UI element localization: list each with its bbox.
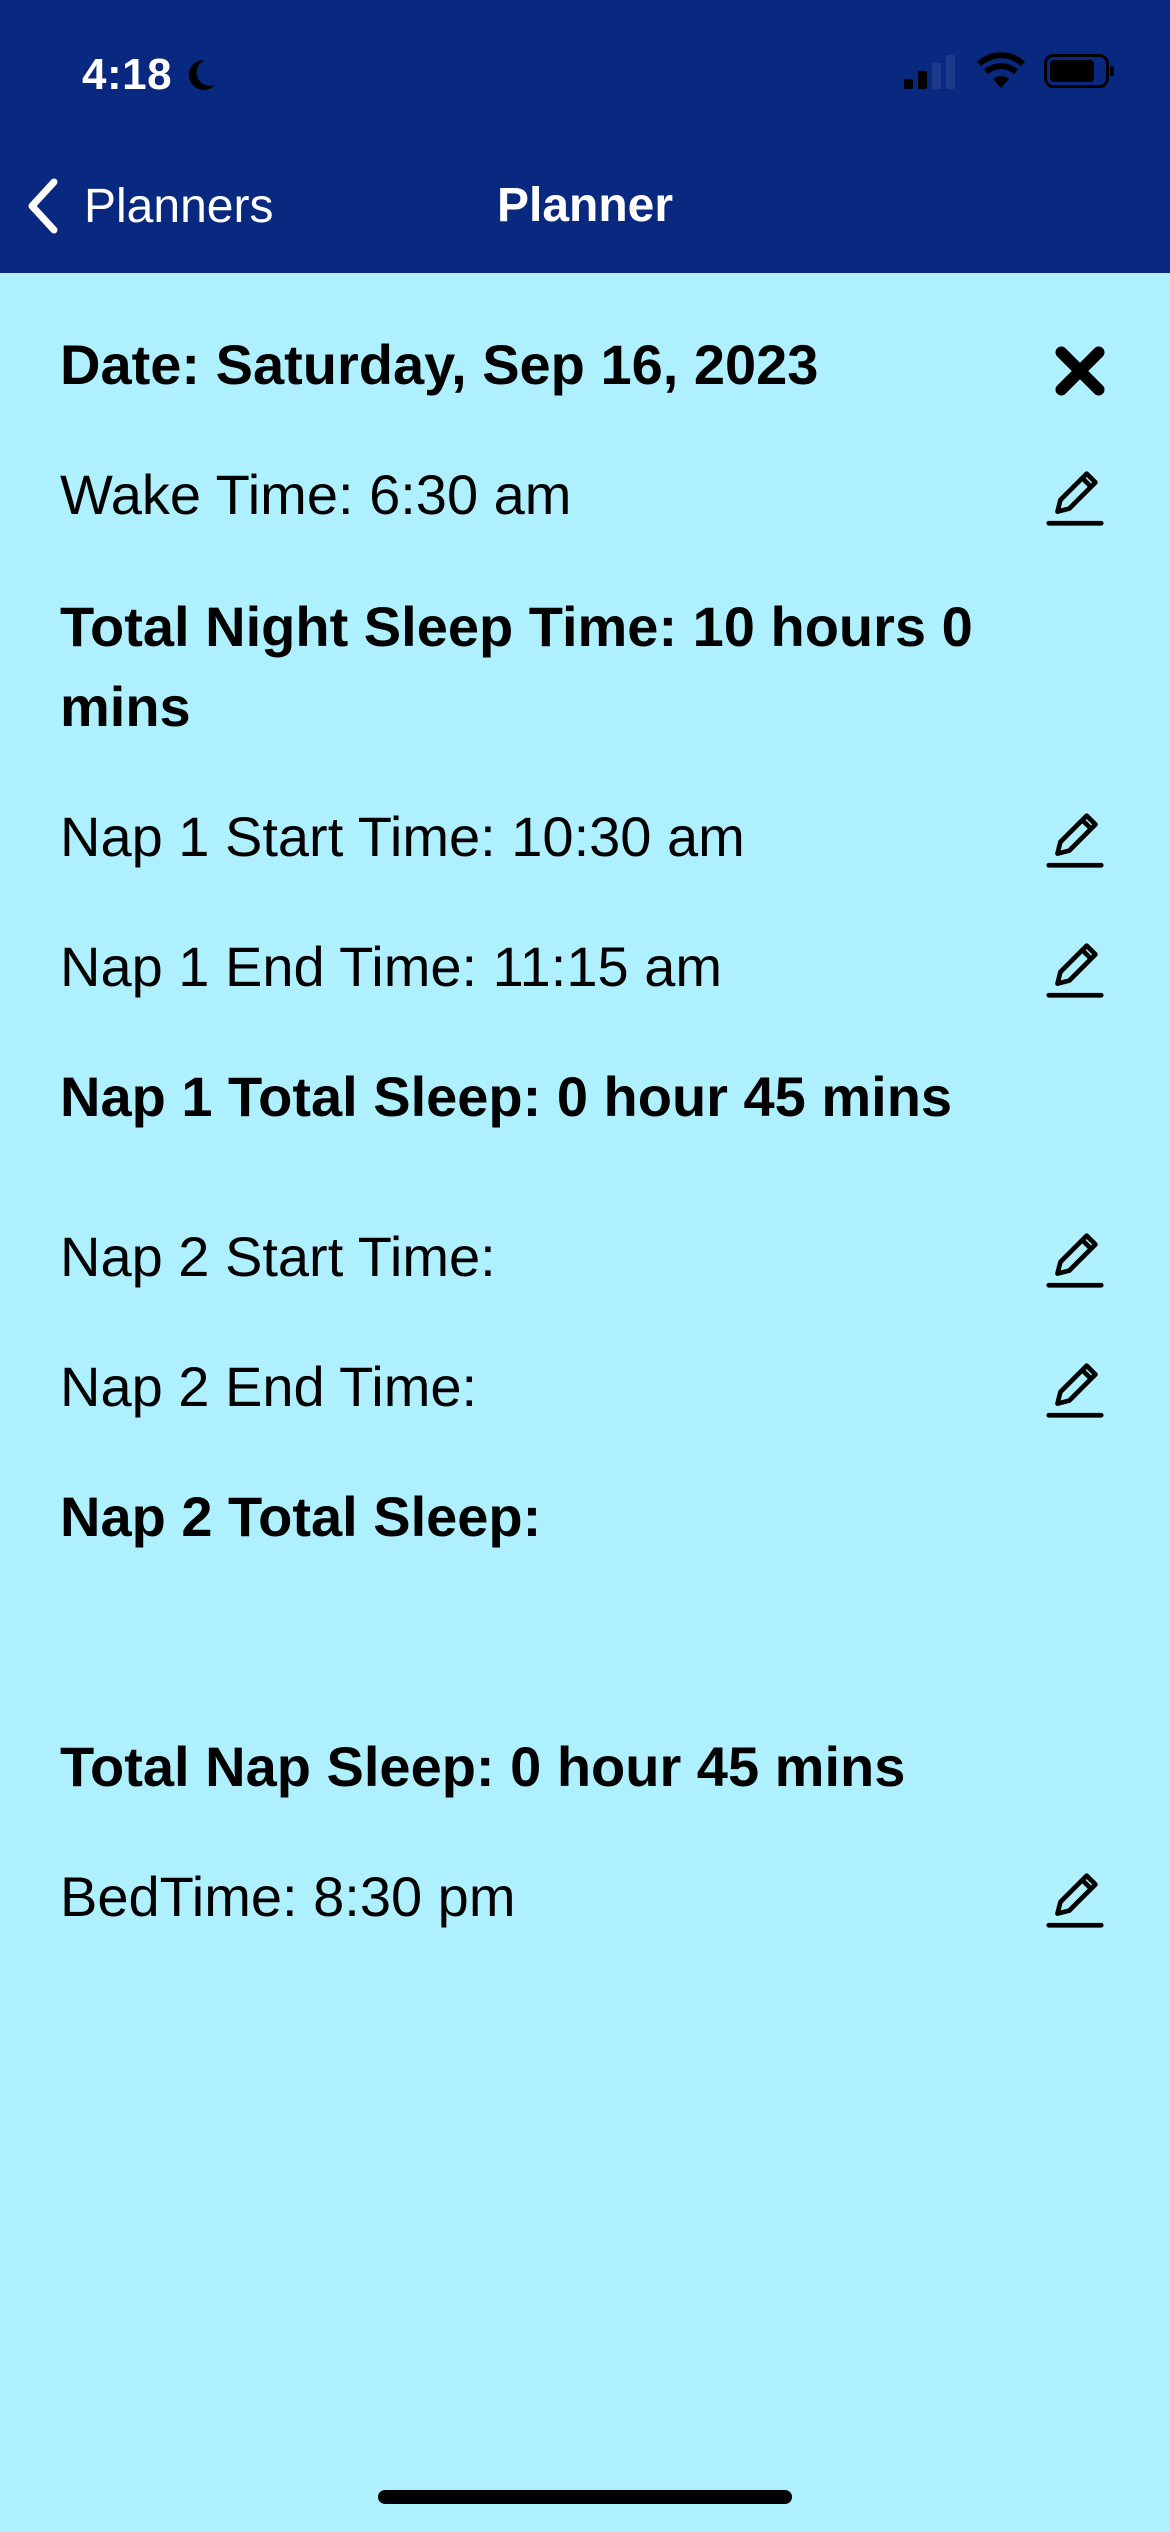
battery-icon xyxy=(1044,54,1114,88)
nap2-start-label: Nap 2 Start Time: xyxy=(60,1225,496,1288)
home-indicator[interactable] xyxy=(378,2490,792,2504)
top-bar: 4:18 Planners Planner xyxy=(0,0,1170,273)
status-bar-time: 4:18 xyxy=(82,50,220,100)
nap1-total-label: Nap 1 Total Sleep: 0 hour 45 mins xyxy=(60,1065,953,1128)
nap2-total-label: Nap 2 Total Sleep: xyxy=(60,1485,542,1548)
total-nap-sleep-label: Total Nap Sleep: 0 hour 45 mins xyxy=(60,1735,906,1798)
wake-time-label: Wake Time: 6:30 am xyxy=(60,463,572,526)
clock-label: 4:18 xyxy=(82,50,173,99)
edit-wake-time-pencil-icon[interactable] xyxy=(1040,462,1110,532)
edit-nap1-end-pencil-icon[interactable] xyxy=(1040,934,1110,1004)
nap2-end-label: Nap 2 End Time: xyxy=(60,1355,478,1418)
bedtime-label: BedTime: 8:30 pm xyxy=(60,1865,516,1928)
edit-nap1-start-pencil-icon[interactable] xyxy=(1040,804,1110,874)
close-icon[interactable] xyxy=(1052,343,1108,399)
date-label: Date: Saturday, Sep 16, 2023 xyxy=(60,333,819,396)
page-title: Planner xyxy=(496,179,674,232)
nap1-start-label: Nap 1 Start Time: 10:30 am xyxy=(60,805,745,868)
nap1-end-label: Nap 1 End Time: 11:15 am xyxy=(60,935,722,998)
wifi-icon xyxy=(976,52,1026,88)
edit-nap2-end-pencil-icon[interactable] xyxy=(1040,1354,1110,1424)
edit-bedtime-pencil-icon[interactable] xyxy=(1040,1864,1110,1934)
cellular-signal-icon xyxy=(904,55,955,89)
status-icons xyxy=(904,52,1116,90)
total-night-sleep-label: Total Night Sleep Time: 10 hours 0 mins xyxy=(60,595,973,738)
edit-nap2-start-pencil-icon[interactable] xyxy=(1040,1224,1110,1294)
moon-icon xyxy=(188,59,216,90)
